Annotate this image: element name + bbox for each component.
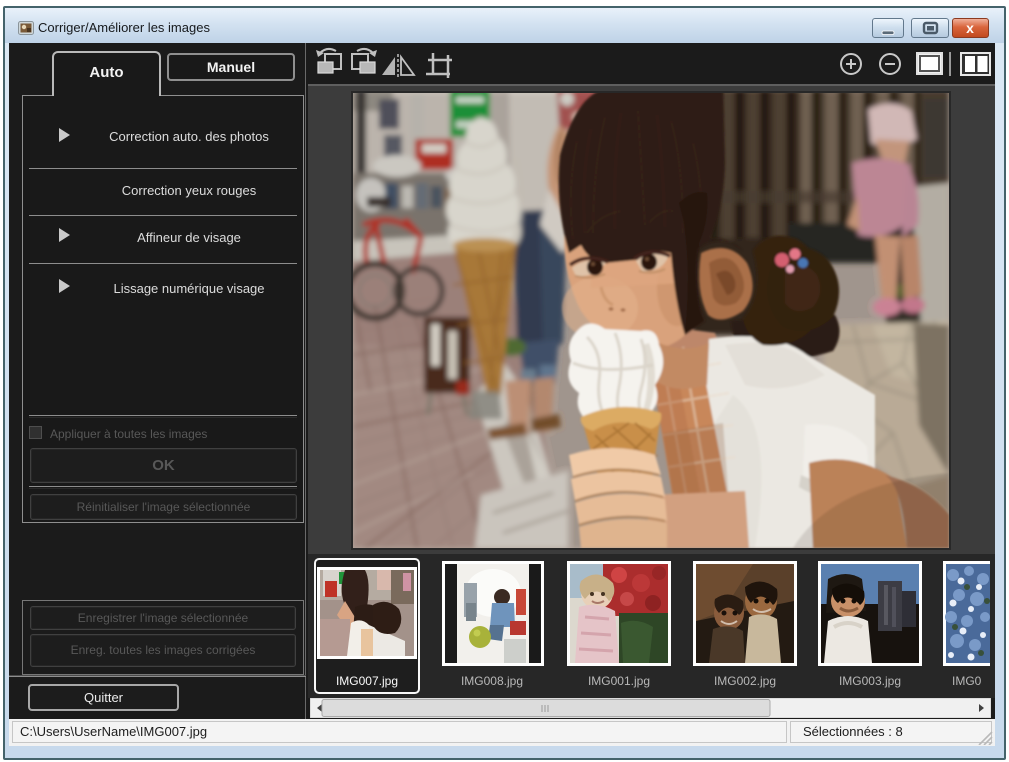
svg-text:x: x (966, 20, 974, 36)
